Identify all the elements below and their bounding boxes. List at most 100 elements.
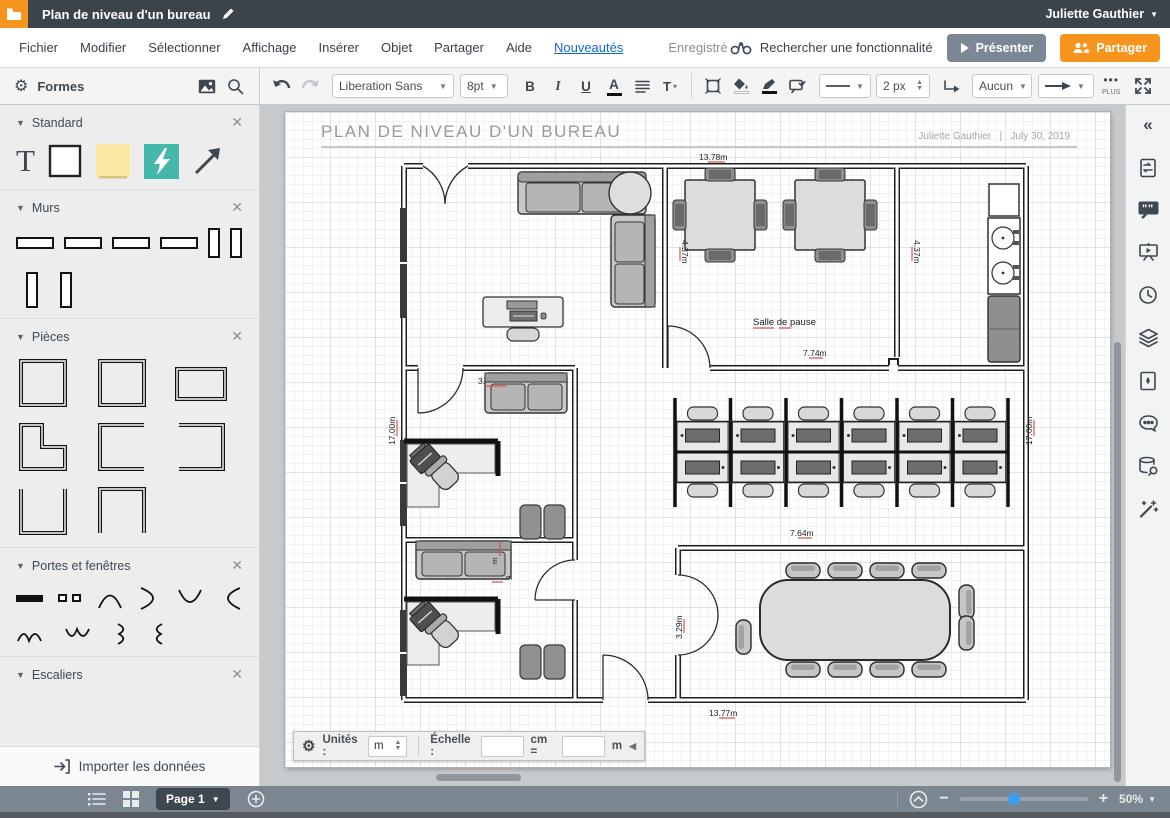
shape-room-square1[interactable] (16, 357, 70, 409)
shape-double-door-right[interactable] (112, 622, 130, 646)
shape-lightning[interactable] (144, 144, 179, 179)
app-logo[interactable] (0, 0, 28, 28)
chat-icon[interactable] (1138, 414, 1159, 433)
close-icon[interactable]: ✕ (231, 666, 243, 683)
collapse-panel-icon[interactable]: « (1143, 115, 1152, 135)
fill-color-button[interactable] (728, 73, 754, 99)
document-settings-icon[interactable] (1138, 158, 1158, 178)
horizontal-scrollbar[interactable] (266, 773, 1105, 782)
undo-button[interactable] (269, 73, 295, 99)
share-button[interactable]: Partager (1060, 34, 1160, 62)
shape-window[interactable] (58, 586, 81, 610)
menu-fichier[interactable]: Fichier (8, 36, 69, 59)
office-b-guest-chairs[interactable] (520, 645, 565, 679)
edit-pencil-icon[interactable] (221, 7, 235, 21)
close-icon[interactable]: ✕ (231, 557, 243, 574)
zoom-in-button[interactable]: + (1099, 790, 1108, 808)
user-menu[interactable]: Juliette Gauthier▼ (1045, 7, 1158, 21)
comment-style-button[interactable] (784, 73, 810, 99)
zoom-slider-thumb[interactable] (1008, 793, 1020, 805)
quote-notes-icon[interactable]: "" (1138, 201, 1159, 219)
shape-wall-h2[interactable] (64, 237, 102, 249)
shape-double-door-up[interactable] (16, 623, 44, 645)
shape-room-square2[interactable] (95, 357, 149, 409)
kitchen[interactable] (988, 184, 1020, 362)
shape-door-arc-down[interactable] (177, 586, 202, 610)
layers-icon[interactable] (1138, 328, 1159, 348)
cubicles[interactable] (675, 398, 1008, 507)
reception-sofa-side[interactable] (611, 215, 655, 307)
history-clock-icon[interactable] (1138, 285, 1158, 305)
menu-inserer[interactable]: Insérer (308, 36, 370, 59)
shape-door-arc-up[interactable] (97, 586, 122, 610)
canvas-area[interactable]: PLAN DE NIVEAU D'UN BUREAU Juliette Gaut… (260, 105, 1125, 786)
shape-wall-v3[interactable] (26, 272, 38, 308)
reception-round-table[interactable] (609, 172, 651, 214)
line-color-button[interactable] (756, 73, 782, 99)
page-list-icon[interactable] (88, 792, 106, 806)
section-pieces-header[interactable]: ▼Pièces✕ (16, 328, 243, 345)
menu-selectionner[interactable]: Sélectionner (137, 36, 231, 59)
shape-room-C-reversed[interactable] (174, 421, 228, 473)
scale-m-input[interactable] (562, 736, 605, 757)
close-icon[interactable]: ✕ (231, 199, 243, 216)
close-icon[interactable]: ✕ (231, 328, 243, 345)
zoom-level-select[interactable]: 50%▼ (1119, 792, 1156, 806)
section-murs-header[interactable]: ▼Murs✕ (16, 199, 243, 216)
connector-type-button[interactable] (939, 73, 965, 99)
import-data-button[interactable]: Importer les données (0, 746, 259, 786)
settings-gear-icon[interactable]: ⚙ (302, 737, 315, 755)
zoom-slider[interactable] (960, 797, 1088, 801)
more-tools-button[interactable]: •••PLUS (1102, 75, 1120, 97)
data-linking-icon[interactable] (1138, 456, 1159, 476)
shape-room-L[interactable] (16, 421, 70, 473)
reception-desk[interactable] (483, 297, 563, 341)
page-style-icon[interactable] (1139, 371, 1157, 391)
search-shapes-button[interactable] (222, 73, 248, 99)
document-title[interactable]: Plan de niveau d'un bureau (42, 7, 211, 22)
shape-room-U[interactable] (16, 485, 70, 537)
section-portes-header[interactable]: ▼Portes et fenêtres✕ (16, 557, 243, 574)
shape-style-button[interactable] (700, 73, 726, 99)
shape-wall-h3[interactable] (112, 237, 150, 249)
shape-text[interactable]: T (16, 144, 35, 178)
line-start-select[interactable]: Aucun▼ (972, 74, 1032, 98)
shape-wall-h1[interactable] (16, 237, 54, 249)
shape-wall-v1[interactable] (208, 228, 220, 258)
zoom-out-button[interactable]: − (939, 790, 948, 808)
office-a-sofa[interactable] (485, 373, 567, 413)
menu-affichage[interactable]: Affichage (232, 36, 308, 59)
text-color-button[interactable]: A (601, 73, 627, 99)
line-width-stepper[interactable]: 2 px▲▼ (876, 74, 930, 98)
shape-room-C[interactable] (95, 421, 149, 473)
present-button[interactable]: Présenter (947, 34, 1047, 62)
shape-room-rect[interactable] (174, 357, 228, 409)
office-a-desk[interactable] (404, 441, 498, 507)
redo-button[interactable] (297, 73, 323, 99)
fit-to-screen-icon[interactable] (909, 790, 928, 809)
menu-aide[interactable]: Aide (495, 36, 543, 59)
windows[interactable] (400, 208, 407, 696)
scale-cm-input[interactable] (481, 736, 524, 757)
fullscreen-button[interactable] (1130, 73, 1156, 99)
floor-plan[interactable]: 13.78m 7.74m 7.64m 13.77m 4.37m 4.37m 17… (285, 112, 1110, 767)
panel-collapse-icon[interactable]: ◀ (629, 741, 636, 752)
page-selector[interactable]: Page 1▼ (156, 788, 230, 810)
text-options-button[interactable]: T▾ (657, 73, 683, 99)
document-page[interactable]: PLAN DE NIVEAU D'UN BUREAU Juliette Gaut… (285, 112, 1110, 767)
conference-room[interactable] (736, 563, 974, 677)
shape-wall-v2[interactable] (230, 228, 242, 258)
shape-arrow[interactable] (192, 146, 222, 176)
menu-partager[interactable]: Partager (423, 36, 495, 59)
insert-image-button[interactable] (194, 73, 220, 99)
arrow-end-select[interactable]: ▼ (1038, 74, 1094, 98)
shape-double-door-down[interactable] (64, 623, 92, 645)
section-escaliers-header[interactable]: ▼Escaliers✕ (16, 666, 243, 683)
shape-wall-h4[interactable] (160, 237, 198, 249)
office-b-desk[interactable] (404, 599, 498, 665)
align-button[interactable] (629, 73, 655, 99)
font-family-select[interactable]: Liberation Sans▼ (332, 74, 454, 98)
section-standard-header[interactable]: ▼Standard✕ (16, 114, 243, 131)
presentation-icon[interactable] (1138, 242, 1159, 262)
font-size-select[interactable]: 8pt▼ (460, 74, 508, 98)
